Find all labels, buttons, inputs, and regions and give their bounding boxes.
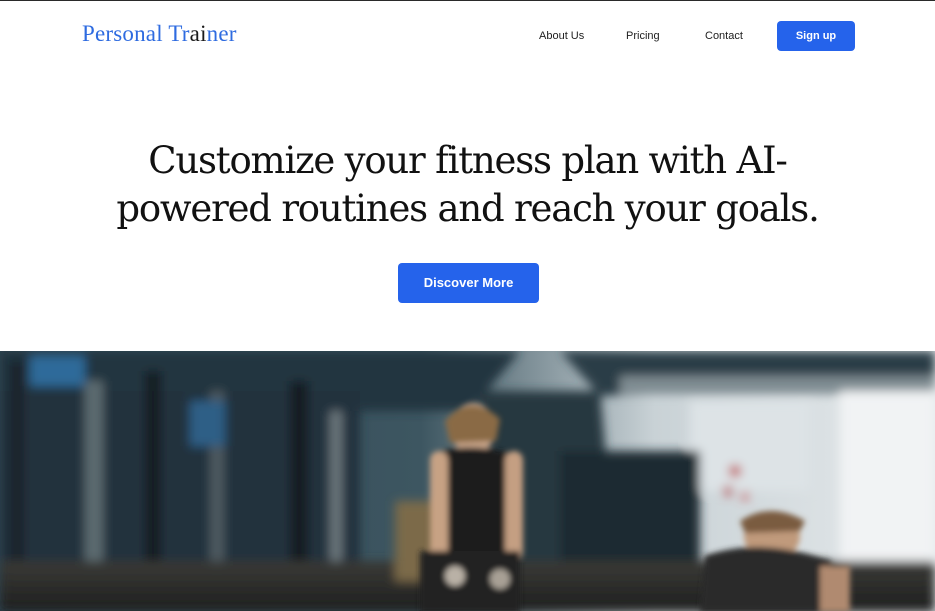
discover-more-button[interactable]: Discover More [398,263,539,303]
hero-image [0,351,935,611]
site-header: Personal Trainer About Us Pricing Contac… [0,1,935,73]
gym-photo-illustration [0,351,935,611]
nav-pricing[interactable]: Pricing [626,21,660,51]
hero-headline-line1: Customize your fitness plan with AI- [148,139,788,182]
nav-contact[interactable]: Contact [705,21,743,51]
signup-button[interactable]: Sign up [777,21,855,51]
hero-headline-line2: powered routines and reach your goals. [116,187,819,230]
nav-about-us[interactable]: About Us [539,21,584,51]
hero-headline: Customize your fitness plan with AI- pow… [100,137,835,233]
